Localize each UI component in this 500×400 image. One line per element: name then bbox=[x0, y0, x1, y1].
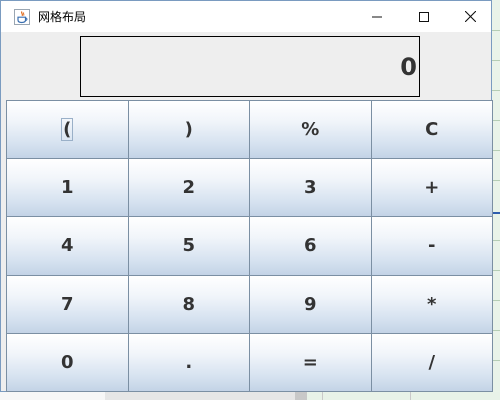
java-icon bbox=[14, 9, 30, 25]
key-open-paren[interactable]: ( bbox=[6, 100, 129, 160]
title-bar[interactable]: 网格布局 bbox=[1, 1, 491, 32]
key-8[interactable]: 8 bbox=[127, 274, 250, 334]
result-display[interactable]: 0 bbox=[80, 36, 420, 97]
background-window-bottom bbox=[0, 392, 500, 400]
key-0[interactable]: 0 bbox=[6, 332, 129, 392]
minimize-button[interactable] bbox=[354, 1, 400, 32]
close-button[interactable] bbox=[447, 1, 493, 32]
key-divide[interactable]: / bbox=[370, 332, 493, 392]
display-value: 0 bbox=[400, 52, 417, 81]
key-equals[interactable]: = bbox=[249, 332, 372, 392]
keypad-grid: ( ) % C 1 2 3 + 4 5 6 - 7 8 9 * 0 . = / bbox=[6, 100, 493, 392]
key-7[interactable]: 7 bbox=[6, 274, 129, 334]
key-minus[interactable]: - bbox=[370, 216, 493, 276]
close-icon bbox=[464, 11, 476, 22]
maximize-button[interactable] bbox=[401, 1, 447, 32]
key-4[interactable]: 4 bbox=[6, 216, 129, 276]
key-decimal[interactable]: . bbox=[127, 332, 250, 392]
key-6[interactable]: 6 bbox=[249, 216, 372, 276]
key-2[interactable]: 2 bbox=[127, 158, 250, 218]
minimize-icon bbox=[372, 16, 382, 17]
window-title: 网格布局 bbox=[38, 10, 87, 24]
key-multiply[interactable]: * bbox=[370, 274, 493, 334]
background-window-strip bbox=[492, 0, 500, 400]
maximize-icon bbox=[419, 11, 429, 22]
key-3[interactable]: 3 bbox=[249, 158, 372, 218]
key-close-paren[interactable]: ) bbox=[127, 100, 250, 160]
key-percent[interactable]: % bbox=[249, 100, 372, 160]
key-clear[interactable]: C bbox=[370, 100, 493, 160]
key-9[interactable]: 9 bbox=[249, 274, 372, 334]
calculator-window: 网格布局 0 ( ) % C 1 2 3 + 4 5 6 - 7 8 9 * 0… bbox=[0, 0, 493, 392]
key-1[interactable]: 1 bbox=[6, 158, 129, 218]
key-plus[interactable]: + bbox=[370, 158, 493, 218]
key-5[interactable]: 5 bbox=[127, 216, 250, 276]
